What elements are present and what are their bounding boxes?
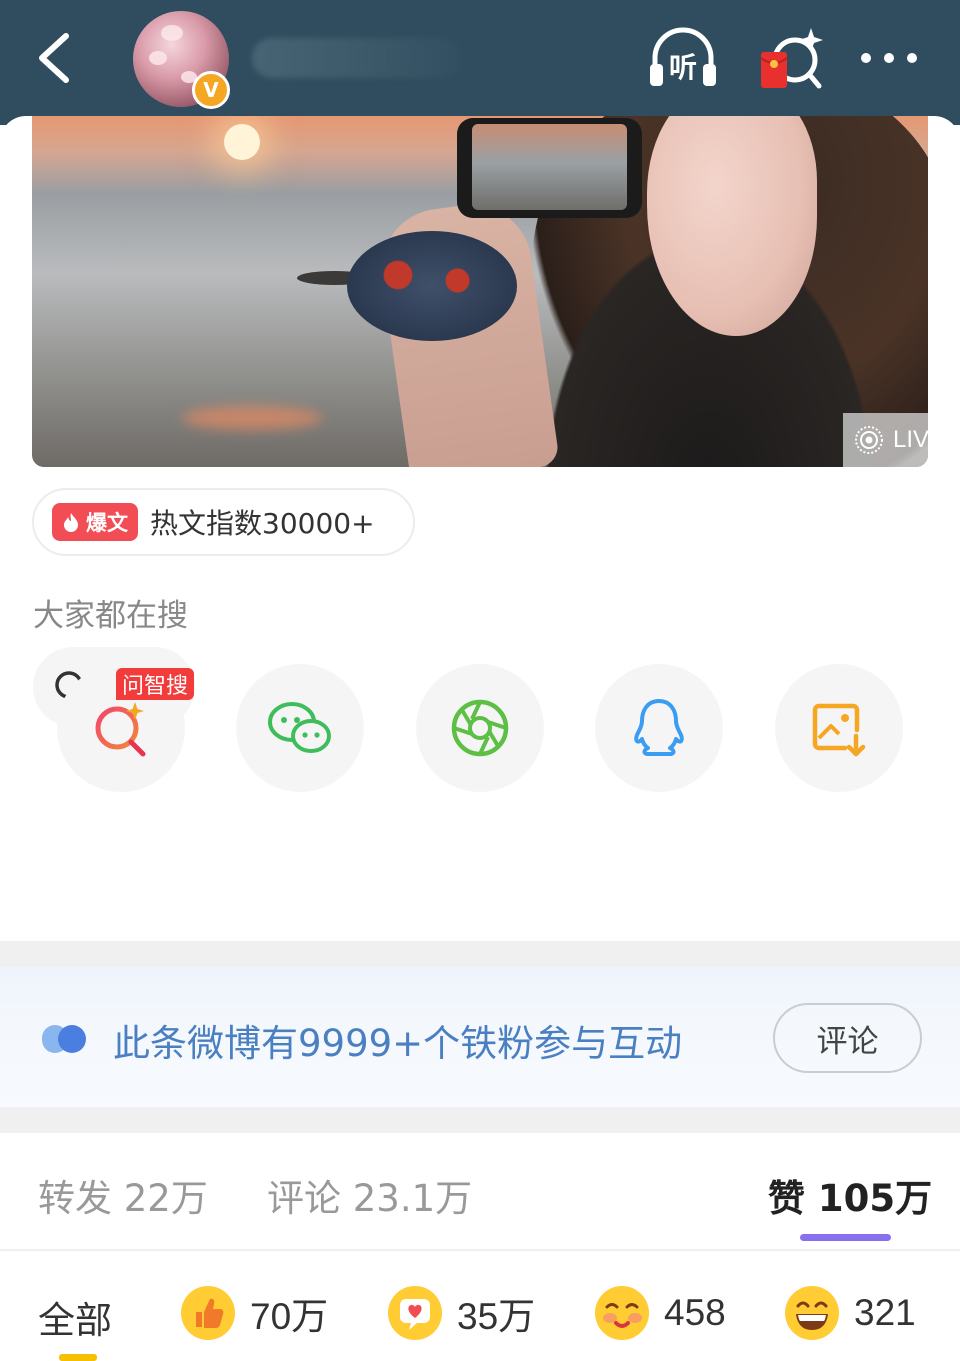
red-packet-search-button[interactable] <box>755 20 825 100</box>
fans-badge-icon <box>42 1025 86 1053</box>
username-blurred[interactable] <box>252 38 462 78</box>
moments-icon <box>451 699 509 757</box>
hot-tag-label: 爆文 <box>86 511 128 535</box>
like-count: 105万 <box>817 1177 933 1220</box>
iron-fans-text: 此条微博有9999+个铁粉参与互动 <box>113 1022 683 1065</box>
reaction-filter-heart[interactable]: 35万 <box>387 1283 535 1343</box>
listen-button[interactable]: 听 <box>645 20 721 96</box>
red-packet-search-icon <box>760 28 823 89</box>
ask-search-tag: 问智搜 <box>116 668 195 700</box>
reaction-count: 458 <box>664 1292 726 1333</box>
hot-article-pill[interactable]: 爆文 热文指数30000+ <box>32 488 415 556</box>
wechat-icon <box>268 702 331 753</box>
tab-comment[interactable]: 评论 23.1万 <box>267 1168 472 1222</box>
reaction-filter-grin[interactable]: 321 <box>784 1283 916 1343</box>
flame-icon <box>64 513 78 532</box>
share-wechat-button[interactable] <box>236 664 364 792</box>
headphones-icon: 听 <box>650 27 716 86</box>
share-moments-button[interactable] <box>416 664 544 792</box>
kissing-face-icon <box>594 1285 650 1341</box>
reaction-count: 35万 <box>457 1296 536 1337</box>
chevron-left-icon <box>39 33 69 83</box>
qq-icon <box>634 699 684 756</box>
verified-badge: V <box>192 71 230 109</box>
save-image-button[interactable] <box>775 664 903 792</box>
share-qq-button[interactable] <box>595 664 723 792</box>
back-button[interactable] <box>30 28 80 88</box>
divider <box>0 941 960 967</box>
heart-bubble-icon <box>387 1285 443 1341</box>
more-icon <box>861 53 917 63</box>
divider <box>0 1249 960 1251</box>
reaction-filter-all[interactable]: 全部 <box>38 1290 112 1344</box>
reaction-active-indicator <box>59 1354 97 1361</box>
post-live-photo[interactable]: LIVE <box>32 116 928 467</box>
live-label: LIVE <box>893 426 928 453</box>
reaction-count: 321 <box>854 1292 916 1333</box>
fans-comment-button[interactable]: 评论 <box>773 1003 922 1073</box>
grinning-face-icon <box>784 1285 840 1341</box>
thumbs-up-icon <box>180 1285 236 1341</box>
divider <box>0 1107 960 1133</box>
more-button[interactable] <box>858 20 920 96</box>
listen-label: 听 <box>669 51 697 84</box>
hot-tag: 爆文 <box>52 503 138 541</box>
hot-index-text: 热文指数30000+ <box>150 507 375 540</box>
top-bar: V 听 <box>0 0 960 125</box>
tab-repost[interactable]: 转发 22万 <box>38 1168 208 1222</box>
reaction-filter-kiss[interactable]: 458 <box>594 1283 726 1343</box>
reaction-count: 70万 <box>250 1296 329 1337</box>
save-image-icon <box>812 703 866 757</box>
tab-like[interactable]: 赞 105万 <box>768 1168 932 1222</box>
ask-search-icon <box>95 702 146 757</box>
like-label: 赞 <box>768 1177 805 1220</box>
active-tab-indicator <box>800 1234 891 1241</box>
reaction-filter-like[interactable]: 70万 <box>180 1283 328 1343</box>
trending-search-heading: 大家都在搜 <box>33 598 188 634</box>
live-photo-icon <box>855 426 883 454</box>
live-badge: LIVE <box>843 413 928 467</box>
post-card: LIVE 爆文 热文指数30000+ 大家都在搜 杨颖 <box>0 116 960 946</box>
